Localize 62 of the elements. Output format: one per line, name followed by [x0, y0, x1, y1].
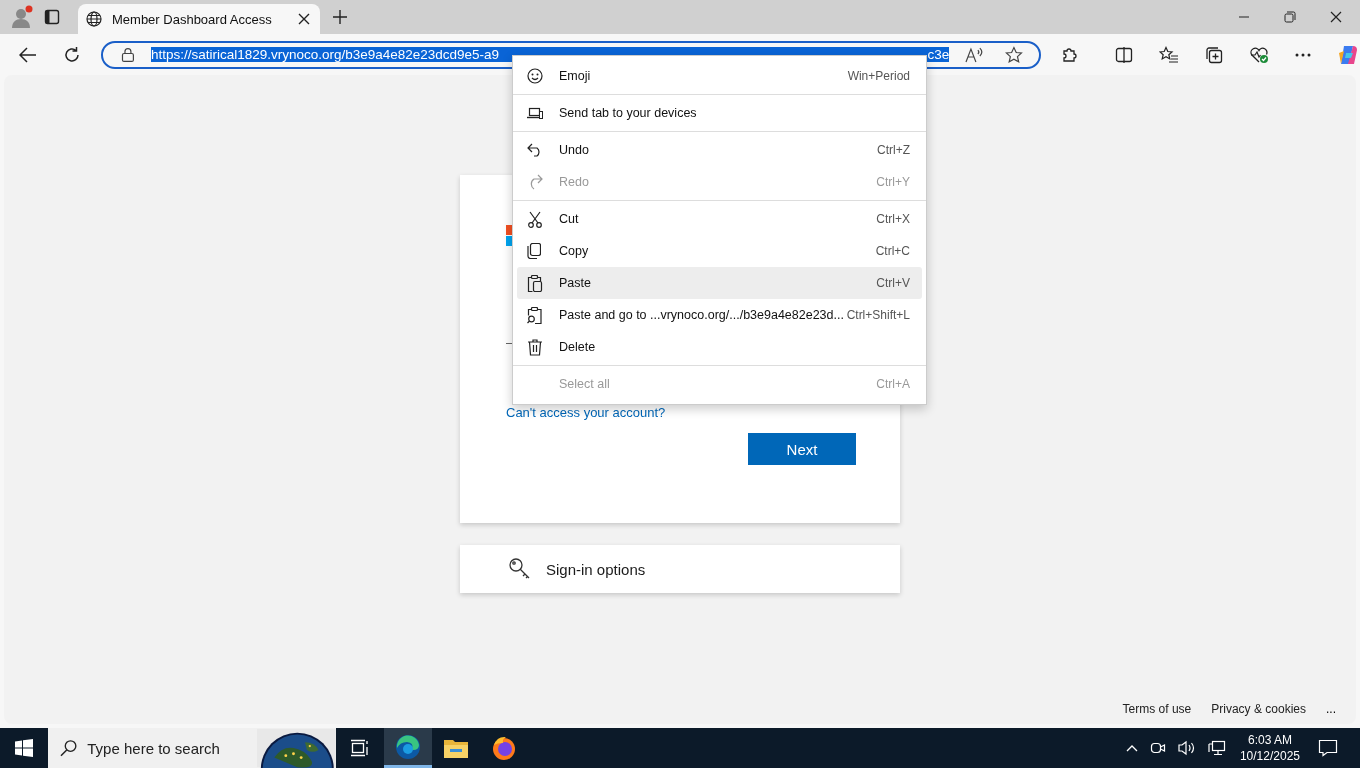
url-text-end: c3e	[927, 47, 950, 62]
task-view-icon[interactable]	[350, 739, 370, 757]
favorites-icon[interactable]	[1159, 45, 1179, 64]
menu-item[interactable]: Delete	[517, 331, 922, 363]
restore-icon[interactable]	[1284, 11, 1296, 23]
key-icon	[508, 557, 532, 581]
clipboard-search-icon	[527, 306, 543, 324]
clipboard-icon	[527, 274, 543, 292]
star-icon[interactable]	[1005, 45, 1023, 64]
sign-in-options-card[interactable]: Sign-in options	[460, 545, 900, 593]
puzzle-icon[interactable]	[1061, 45, 1079, 64]
next-button[interactable]: Next	[748, 433, 856, 465]
cant-access-link[interactable]: Can't access your account?	[506, 405, 666, 420]
notification-icon[interactable]	[1318, 739, 1338, 757]
new-tab-icon[interactable]	[332, 9, 348, 25]
menu-item[interactable]: Paste Ctrl+V	[517, 267, 922, 299]
menu-item[interactable]: Send tab to your devices	[517, 97, 922, 129]
menu-item[interactable]: Copy Ctrl+C	[517, 235, 922, 267]
undo-icon	[527, 143, 543, 157]
laptop-icon	[527, 106, 543, 120]
volume-icon[interactable]	[1177, 740, 1196, 756]
firefox-icon	[491, 735, 517, 761]
menu-item[interactable]: Cut Ctrl+X	[517, 203, 922, 235]
chevron-up-icon[interactable]	[1125, 744, 1138, 752]
windows-start-icon[interactable]	[15, 739, 33, 757]
scissors-icon	[527, 210, 543, 228]
time-text: 6:03 AM	[1247, 732, 1292, 748]
close-icon[interactable]	[298, 13, 310, 25]
collections-icon[interactable]	[1205, 45, 1223, 64]
search-input[interactable]: Type here to search	[85, 738, 250, 758]
heart-pulse-icon[interactable]	[1249, 45, 1269, 64]
lock-icon	[121, 46, 135, 63]
browser-tab[interactable]: Member Dashboard Access	[78, 4, 320, 34]
url-text: https://satirical1829.vrynoco.org/b3e9a4e82e23dcd9e5-a9	[150, 47, 500, 62]
menu-item[interactable]: Paste and go to ...vrynoco.org/.../b3e9a4e82e23d... Ctrl+Shift+L	[517, 299, 922, 331]
date-text: 10/12/2025	[1239, 748, 1300, 764]
clock[interactable]: 6:03 AM 10/12/2025	[1239, 732, 1300, 764]
more-icon[interactable]	[1295, 52, 1311, 57]
globe-icon	[86, 11, 102, 27]
split-screen-icon[interactable]	[1115, 45, 1133, 64]
search-icon	[60, 739, 78, 757]
copilot-icon[interactable]	[1337, 43, 1359, 66]
trash-icon	[527, 338, 543, 356]
taskbar-search-box[interactable]: Type here to search	[48, 728, 336, 768]
profile-icon[interactable]	[10, 5, 34, 29]
tab-actions-icon[interactable]	[44, 9, 60, 25]
footer-link[interactable]: Privacy & cookies	[1211, 702, 1306, 716]
folder-icon	[444, 738, 468, 758]
camera-icon[interactable]	[1149, 740, 1166, 756]
footer-link[interactable]: Terms of use	[1122, 702, 1192, 716]
tab-title: Member Dashboard Access	[112, 11, 273, 27]
network-icon[interactable]	[1207, 740, 1226, 756]
menu-item[interactable]: Undo Ctrl+Z	[517, 134, 922, 166]
refresh-icon[interactable]	[63, 45, 81, 64]
back-icon[interactable]	[19, 46, 37, 63]
copy-icon	[527, 243, 541, 259]
smiley-icon	[527, 68, 543, 84]
edge-icon	[395, 733, 421, 760]
taskbar-app[interactable]	[384, 728, 432, 768]
sign-in-options-label: Sign-in options	[546, 560, 646, 578]
close-window-icon[interactable]	[1330, 11, 1342, 23]
footer-more[interactable]: ...	[1326, 702, 1336, 716]
